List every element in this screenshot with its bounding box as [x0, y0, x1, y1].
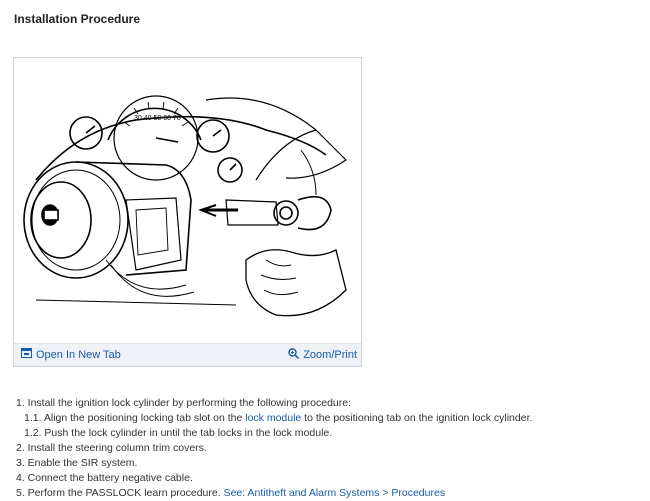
figure-toolbar: Open In New Tab Zoom/Print: [14, 343, 361, 366]
step-4: 4. Connect the battery negative cable.: [16, 471, 532, 486]
ignition-lock-illustration[interactable]: 30 40 50 60 70: [16, 60, 359, 340]
step-4-text: 4. Connect the battery negative cable.: [16, 472, 193, 484]
step-2-text: 2. Install the steering column trim cove…: [16, 442, 207, 454]
step-1-2: 1.2. Push the lock cylinder in until the…: [16, 426, 532, 441]
figure-container: 30 40 50 60 70 Open In New Tab Zoom/Prin…: [13, 57, 362, 367]
step-1-1-text-pre: 1.1. Align the positioning locking tab s…: [24, 412, 246, 424]
zoom-print-button[interactable]: Zoom/Print: [288, 348, 357, 362]
step-1-1-text-post: to the positioning tab on the ignition l…: [301, 412, 533, 424]
open-in-new-tab-button[interactable]: Open In New Tab: [21, 348, 121, 361]
step-3: 3. Enable the SIR system.: [16, 456, 532, 471]
step-1-1: 1.1. Align the positioning locking tab s…: [16, 411, 532, 426]
lock-module-link[interactable]: lock module: [245, 412, 301, 424]
step-3-text: 3. Enable the SIR system.: [16, 457, 138, 469]
step-5-text: 5. Perform the PASSLOCK learn procedure.: [16, 487, 224, 499]
section-heading: Installation Procedure: [14, 12, 141, 26]
procedure-steps: 1. Install the ignition lock cylinder by…: [16, 396, 532, 501]
open-in-new-tab-label: Open In New Tab: [36, 348, 121, 361]
antitheft-procedures-link[interactable]: See: Antitheft and Alarm Systems > Proce…: [224, 487, 446, 499]
open-tab-icon: [21, 348, 32, 361]
step-5: 5. Perform the PASSLOCK learn procedure.…: [16, 486, 532, 501]
step-1-2-text: 1.2. Push the lock cylinder in until the…: [24, 427, 333, 439]
magnifier-icon: [288, 348, 300, 362]
step-1: 1. Install the ignition lock cylinder by…: [16, 396, 532, 411]
step-1-text: 1. Install the ignition lock cylinder by…: [16, 397, 352, 409]
svg-text:30 40 50 60 70: 30 40 50 60 70: [134, 115, 181, 122]
zoom-print-label: Zoom/Print: [303, 349, 357, 361]
step-2: 2. Install the steering column trim cove…: [16, 441, 532, 456]
